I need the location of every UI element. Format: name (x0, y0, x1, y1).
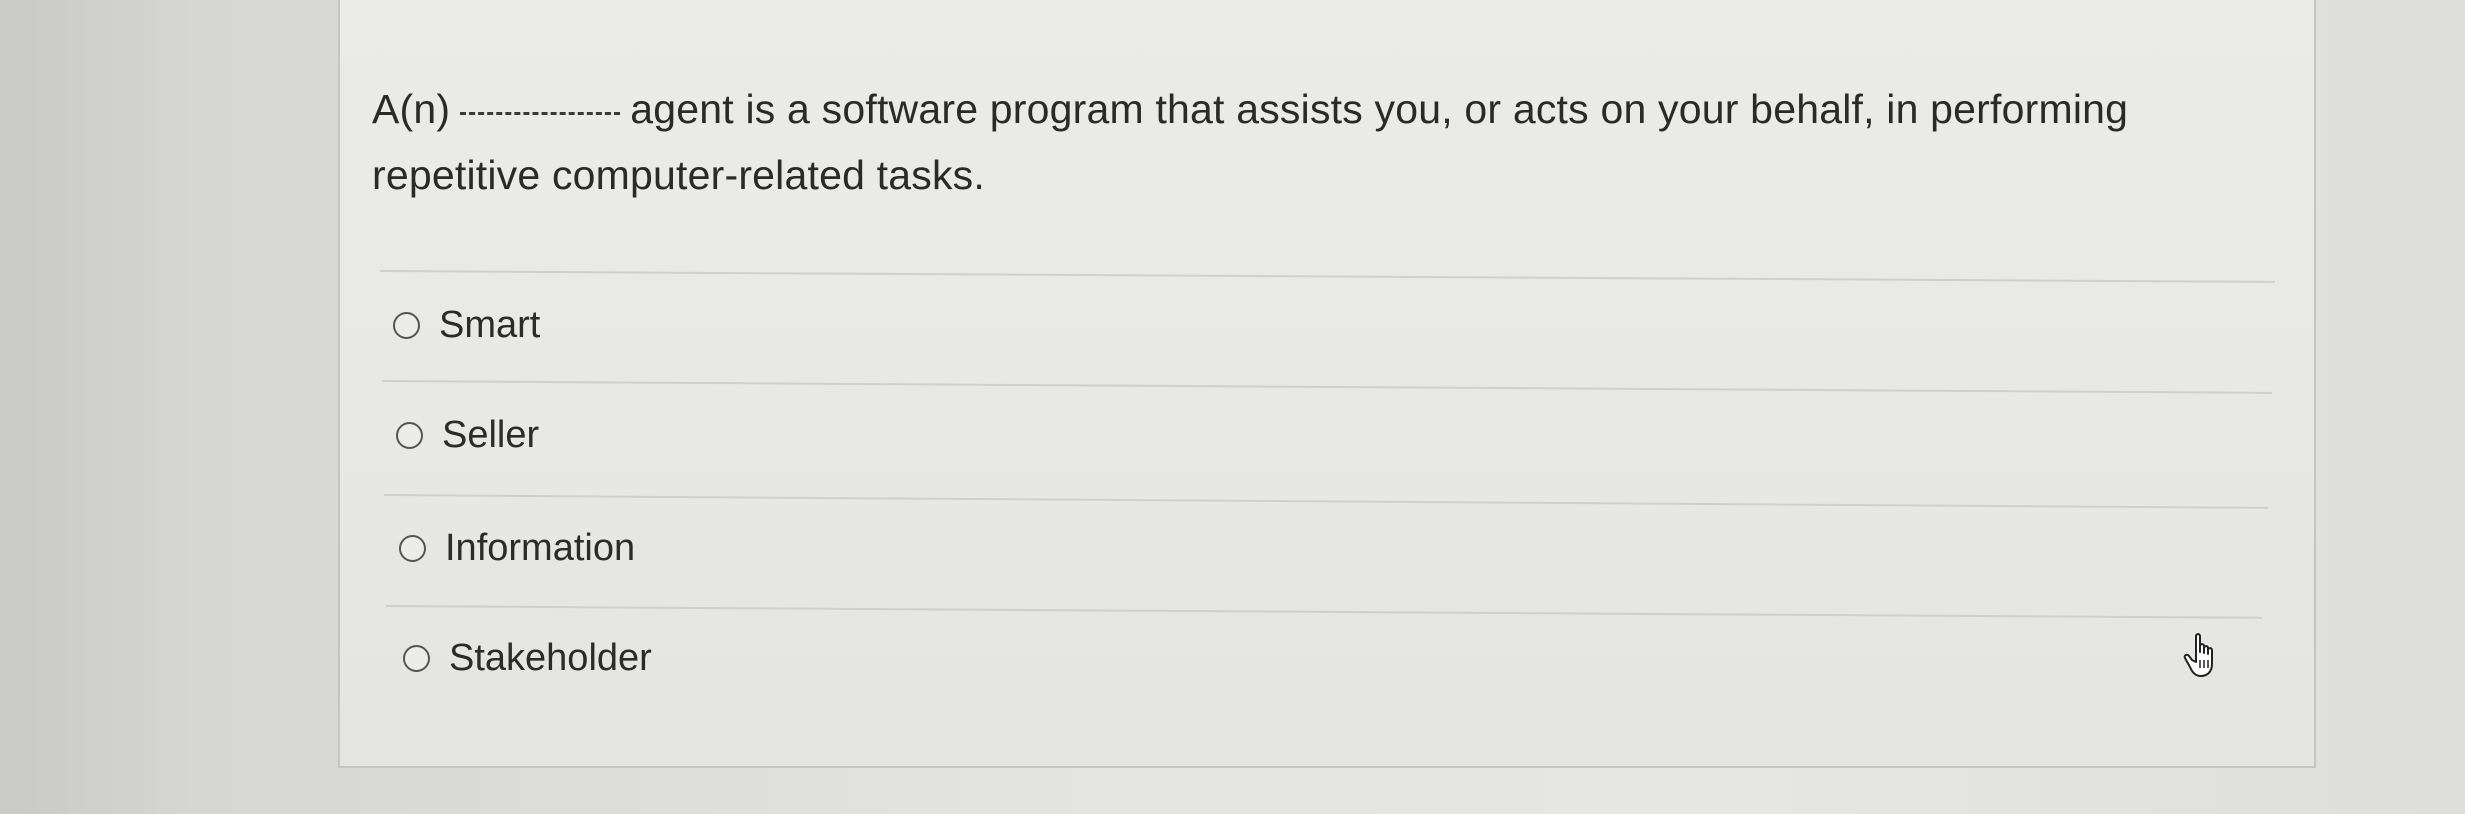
option-information[interactable]: Information (399, 524, 635, 572)
question-text: A(n) agent is a software program that ass… (372, 76, 2132, 208)
option-label: Information (445, 527, 636, 569)
option-label: Smart (439, 304, 541, 346)
option-smart[interactable]: Smart (393, 301, 540, 349)
question-suffix: agent is a software program that assists… (372, 86, 2129, 198)
radio-button-icon[interactable] (403, 644, 430, 672)
radio-button-icon[interactable] (396, 421, 423, 449)
question-prefix: A(n) (372, 86, 451, 132)
option-label: Seller (442, 414, 540, 456)
answer-blank (460, 112, 621, 115)
option-label: Stakeholder (449, 637, 652, 679)
radio-button-icon[interactable] (393, 311, 420, 339)
option-stakeholder[interactable]: Stakeholder (403, 634, 652, 682)
hand-pointer-icon (2183, 633, 2213, 677)
radio-button-icon[interactable] (399, 534, 426, 562)
option-seller[interactable]: Seller (396, 411, 539, 459)
